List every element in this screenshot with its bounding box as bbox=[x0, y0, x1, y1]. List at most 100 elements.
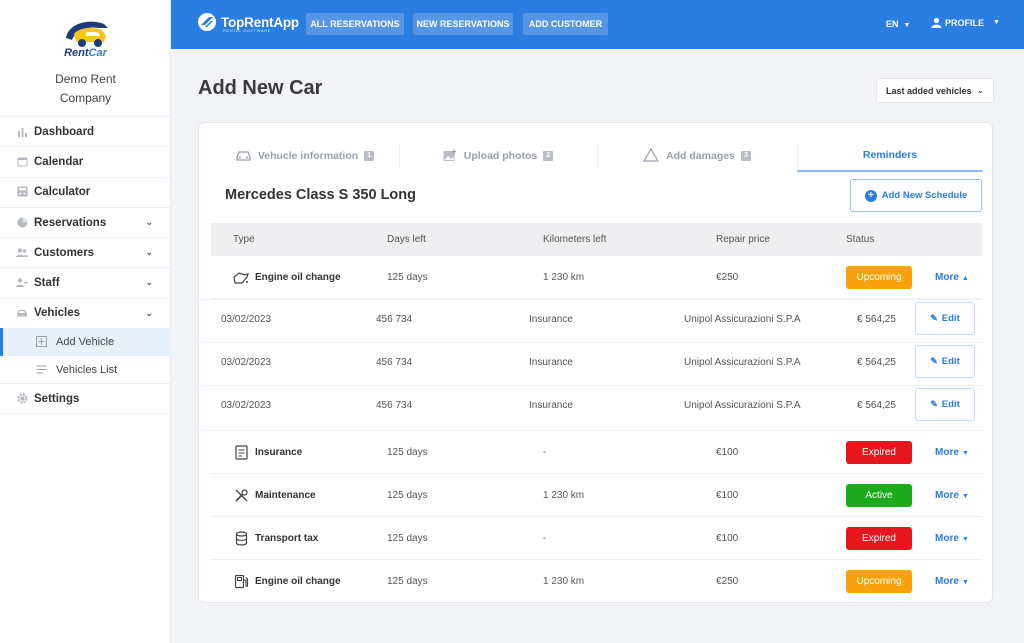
sidebar-nav: Dashboard Calendar Calculator Reservatio… bbox=[0, 116, 171, 415]
logo-text-rent: Rent bbox=[64, 47, 89, 59]
wizard-tabs: Vehucle information 1 Upload photos 2 Ad… bbox=[199, 140, 994, 172]
table-row: Engine oil change 125 days 1 230 km €250… bbox=[211, 560, 982, 603]
detail-amount: € 564,25 bbox=[857, 357, 896, 368]
sidebar-item-staff[interactable]: Staff ⌄ bbox=[0, 267, 171, 297]
cell-type: Engine oil change bbox=[233, 560, 341, 603]
language-label: EN bbox=[886, 19, 899, 29]
table-row: Engine oil change 125 days 1 230 km €250… bbox=[211, 256, 982, 299]
status-badge: Upcoming bbox=[846, 570, 912, 593]
edit-button[interactable]: ✎ Edit bbox=[915, 345, 975, 378]
detail-date: 03/02/2023 bbox=[221, 357, 272, 368]
detail-company: Unipol Assicurazioni S.P.A bbox=[684, 400, 801, 411]
all-reservations-button[interactable]: ALL RESERVATIONS bbox=[306, 13, 404, 35]
chevron-down-icon: ▼ bbox=[961, 493, 969, 500]
tab-reminders[interactable]: Reminders bbox=[797, 140, 983, 172]
sidebar-subitem-label: Add Vehicle bbox=[56, 336, 115, 349]
sidebar-item-vehicles[interactable]: Vehicles ⌄ bbox=[0, 297, 171, 328]
cell-kilometers-left: 1 230 km bbox=[543, 272, 585, 283]
chevron-down-icon: ▼ bbox=[961, 536, 969, 543]
detail-date: 03/02/2023 bbox=[221, 400, 272, 411]
sidebar-subitem-label: Vehicles List bbox=[56, 363, 118, 376]
detail-amount: € 564,25 bbox=[857, 400, 896, 411]
warning-triangle-icon bbox=[643, 147, 660, 164]
brand[interactable]: TopRentApp RENTAL SOFTWARE bbox=[197, 12, 299, 33]
cell-days-left: 125 days bbox=[387, 576, 428, 587]
chevron-down-icon: ▼ bbox=[961, 450, 969, 457]
tab-add-damages[interactable]: Add damages 3 bbox=[597, 140, 797, 172]
chevron-down-icon: ⌄ bbox=[145, 247, 153, 258]
add-customer-button[interactable]: ADD CUSTOMER bbox=[523, 13, 608, 35]
sidebar-subitem-add-vehicle[interactable]: Add Vehicle bbox=[0, 328, 171, 357]
sidebar-item-label: Settings bbox=[34, 392, 80, 405]
sidebar-item-calendar[interactable]: Calendar bbox=[0, 146, 171, 176]
tab-label: Upload photos bbox=[463, 150, 538, 162]
detail-kind: Insurance bbox=[529, 314, 573, 325]
detail-row: 03/02/2023 456 734 Insurance Unipol Assi… bbox=[199, 343, 982, 386]
sidebar-item-label: Customers bbox=[34, 246, 95, 259]
tab-vehicle-information[interactable]: Vehucle information 1 bbox=[211, 140, 399, 172]
more-label: More bbox=[935, 576, 959, 587]
logo-text-car: Car bbox=[88, 47, 107, 59]
sidebar-item-customers[interactable]: Customers ⌄ bbox=[0, 237, 171, 267]
cell-days-left: 125 days bbox=[387, 272, 428, 283]
bar-chart-icon bbox=[16, 126, 28, 138]
status-badge: Upcoming bbox=[846, 266, 912, 289]
table-row: Transport tax 125 days - €100 Expired Mo… bbox=[211, 517, 982, 560]
cell-type: Insurance bbox=[233, 431, 302, 474]
cell-days-left: 125 days bbox=[387, 533, 428, 544]
more-toggle[interactable]: More ▼ bbox=[935, 560, 969, 603]
edit-button[interactable]: ✎ Edit bbox=[915, 388, 975, 421]
calendar-icon bbox=[16, 156, 28, 168]
detail-amount: € 564,25 bbox=[857, 314, 896, 325]
column-header-days-left: Days left bbox=[387, 234, 426, 245]
new-reservations-button[interactable]: NEW RESERVATIONS bbox=[413, 13, 513, 35]
profile-menu[interactable]: PROFILE ▼ bbox=[931, 17, 1000, 28]
add-new-schedule-button[interactable]: + Add New Schedule bbox=[850, 179, 982, 212]
oil-can-icon bbox=[233, 270, 249, 286]
tab-upload-photos[interactable]: Upload photos 2 bbox=[399, 140, 597, 172]
gear-icon bbox=[16, 393, 28, 405]
edit-label: Edit bbox=[941, 399, 960, 410]
edit-label: Edit bbox=[941, 356, 960, 367]
cell-repair-price: €100 bbox=[716, 447, 739, 458]
edit-label: Edit bbox=[941, 313, 960, 324]
cell-repair-price: €250 bbox=[716, 272, 739, 283]
more-label: More bbox=[935, 490, 959, 501]
document-icon bbox=[233, 445, 249, 461]
detail-number: 456 734 bbox=[376, 400, 413, 411]
row-type-label: Engine oil change bbox=[255, 272, 341, 283]
brand-subtitle: RENTAL SOFTWARE bbox=[223, 28, 271, 33]
sidebar-item-calculator[interactable]: Calculator bbox=[0, 176, 171, 207]
cell-kilometers-left: - bbox=[543, 447, 547, 458]
more-toggle[interactable]: More ▼ bbox=[935, 431, 969, 474]
sidebar-item-settings[interactable]: Settings bbox=[0, 384, 171, 415]
plus-square-icon bbox=[36, 336, 48, 348]
edit-button[interactable]: ✎ Edit bbox=[915, 302, 975, 335]
more-label: More bbox=[935, 447, 959, 458]
more-toggle[interactable]: More ▼ bbox=[935, 517, 969, 560]
detail-date: 03/02/2023 bbox=[221, 314, 272, 325]
profile-label: PROFILE bbox=[945, 17, 985, 28]
staff-icon bbox=[16, 277, 28, 289]
chevron-down-icon: ⌄ bbox=[145, 277, 153, 288]
last-added-vehicles-dropdown[interactable]: Last added vehicles ⌄ bbox=[876, 78, 994, 103]
car-icon bbox=[236, 149, 251, 163]
more-toggle[interactable]: More ▲ bbox=[935, 256, 969, 299]
photo-upload-icon bbox=[443, 149, 457, 164]
status-badge: Expired bbox=[846, 441, 912, 464]
language-selector[interactable]: EN ▼ bbox=[886, 19, 910, 29]
sidebar-subitem-vehicles-list[interactable]: Vehicles List bbox=[0, 356, 171, 385]
row-type-label: Insurance bbox=[255, 447, 303, 458]
table-row: Maintenance 125 days 1 230 km €100 Activ… bbox=[211, 474, 982, 517]
detail-kind: Insurance bbox=[529, 357, 573, 368]
sidebar-item-label: Staff bbox=[34, 277, 60, 290]
caret-down-icon: ▼ bbox=[993, 19, 1000, 26]
cell-days-left: 125 days bbox=[387, 490, 428, 501]
sidebar-item-reservations[interactable]: Reservations ⌄ bbox=[0, 206, 171, 237]
cell-days-left: 125 days bbox=[387, 447, 428, 458]
more-toggle[interactable]: More ▼ bbox=[935, 474, 969, 517]
car-name: Mercedes Class S 350 Long bbox=[225, 187, 416, 203]
sidebar-item-dashboard[interactable]: Dashboard bbox=[0, 116, 171, 146]
calculator-icon bbox=[16, 186, 28, 198]
car-icon bbox=[16, 307, 28, 319]
